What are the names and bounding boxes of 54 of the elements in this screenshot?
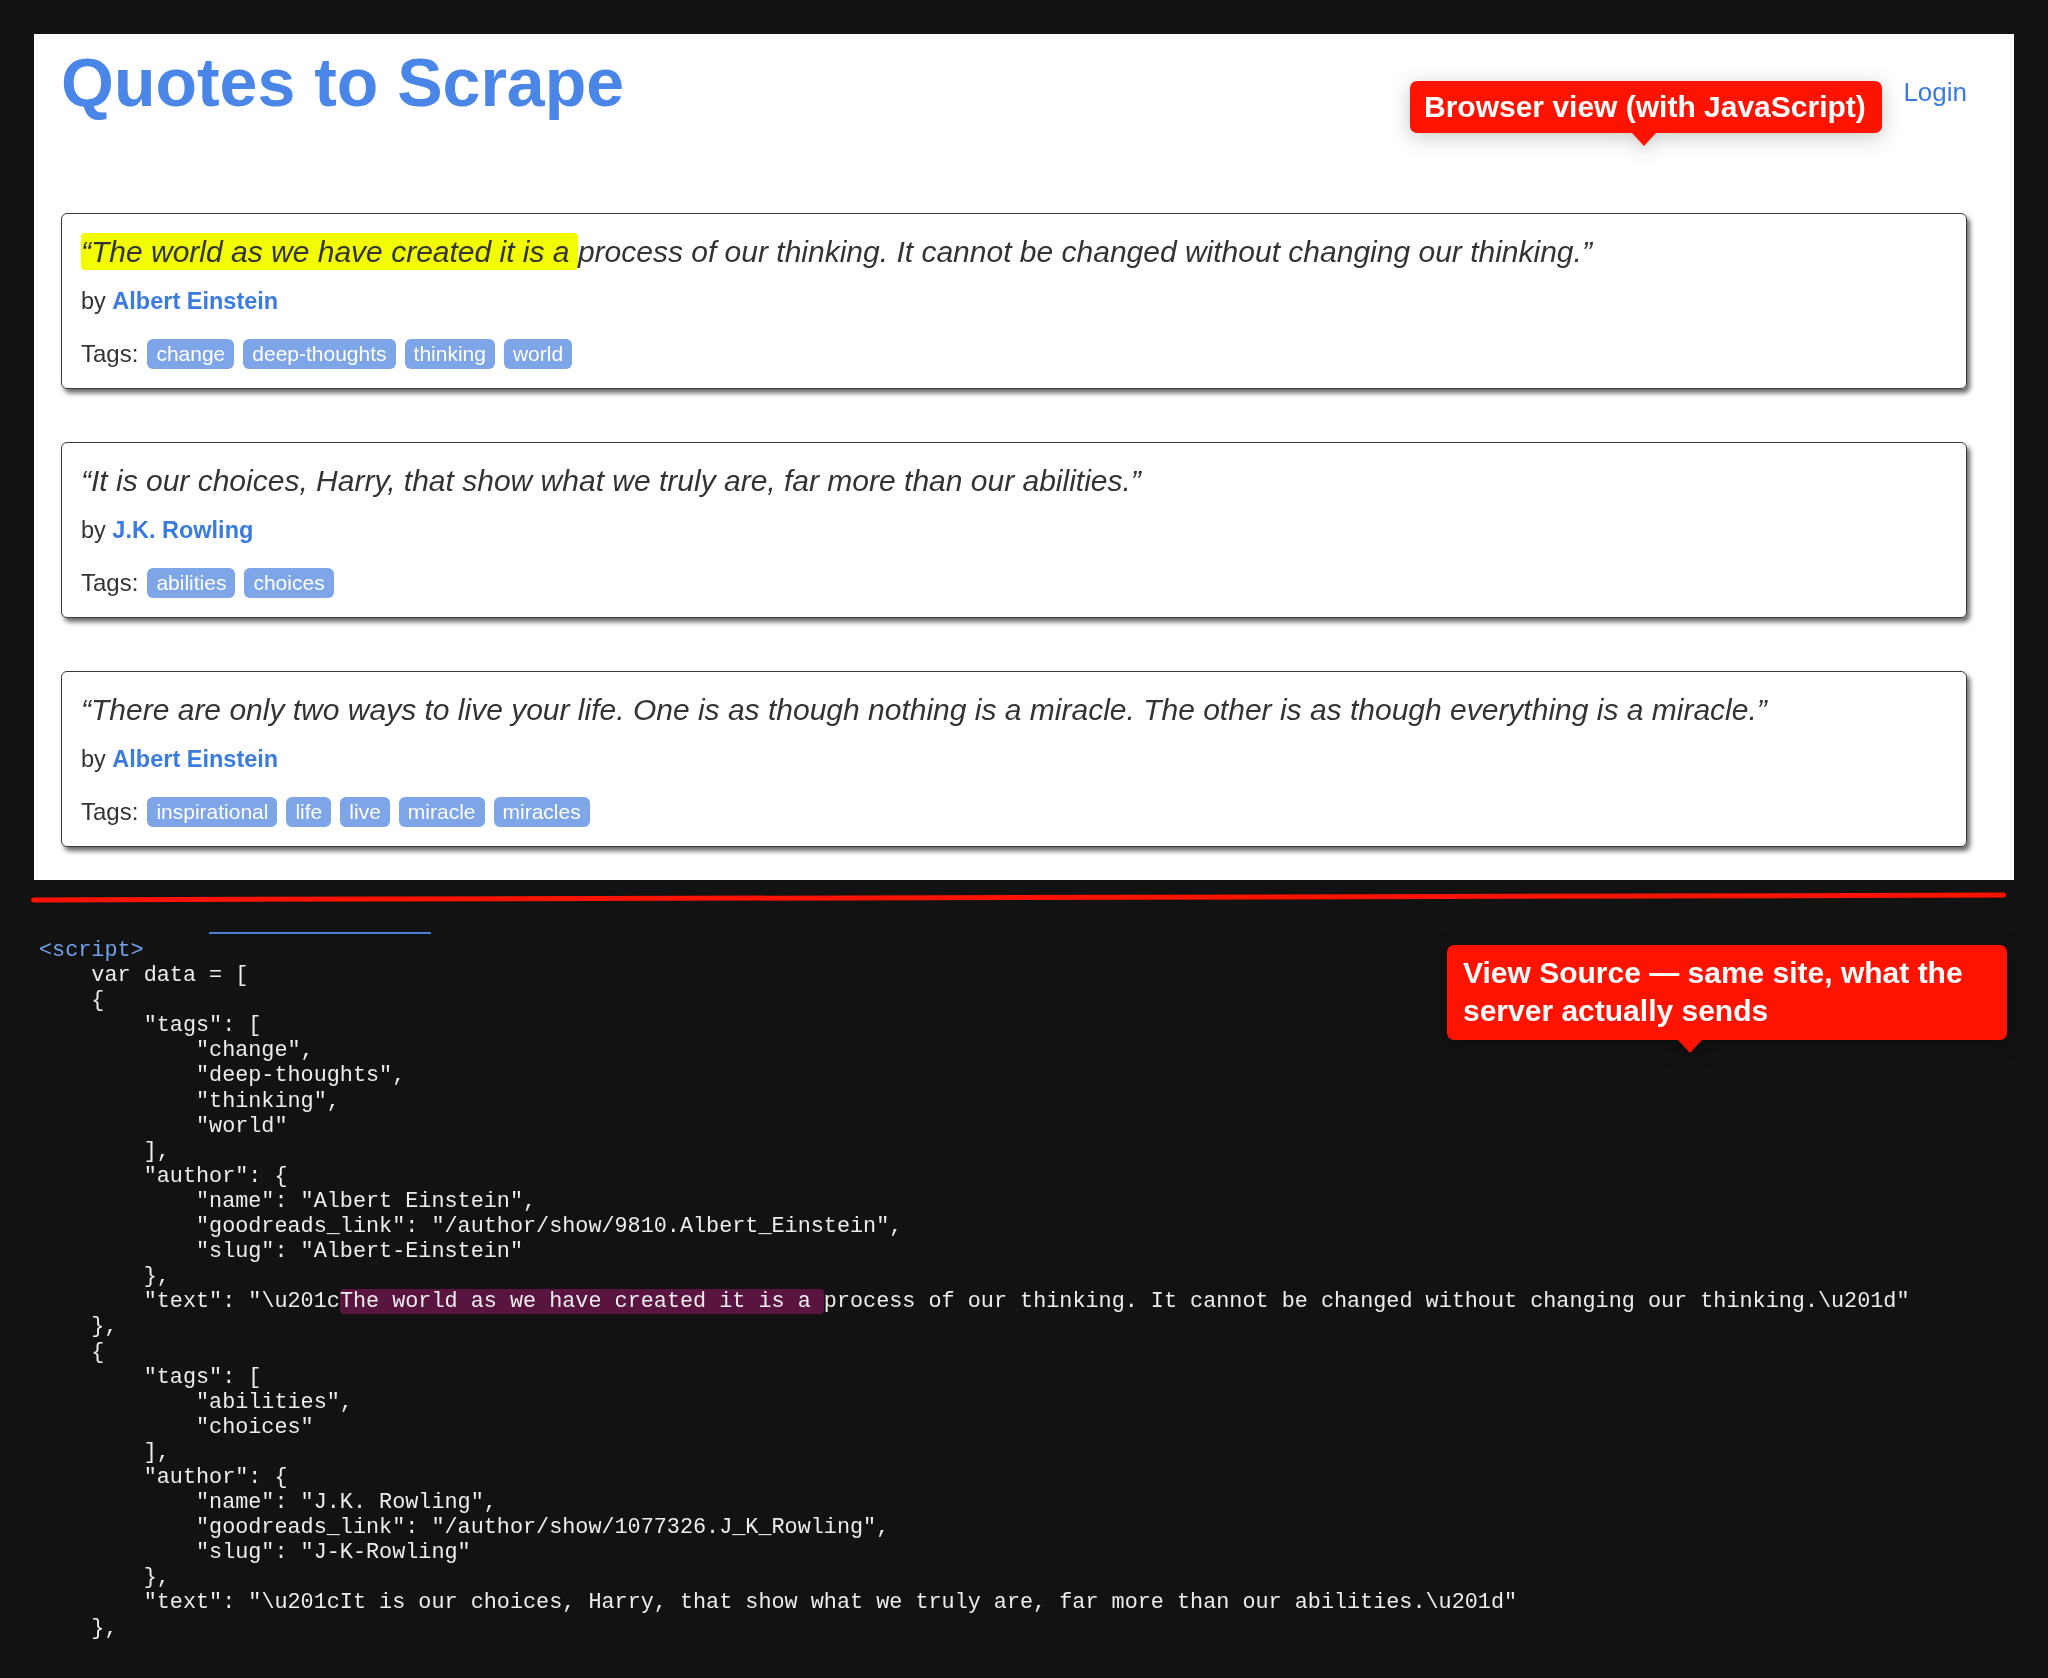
code-line: },	[91, 1615, 118, 1641]
code-line: ],	[143, 1138, 170, 1164]
code-line: },	[91, 1314, 118, 1340]
tags-label: Tags:	[81, 797, 139, 827]
by-label: by	[81, 517, 106, 543]
tag-link[interactable]: miracles	[493, 797, 590, 827]
code-line: {	[91, 1339, 105, 1365]
tag-link[interactable]: change	[147, 339, 235, 369]
quote-text: “It is our choices, Harry, that show what we truly are, far more than our abilities.”	[81, 463, 1143, 498]
annotation-callout: View Source — same site, what the server actually sends	[1447, 945, 2007, 1053]
tag-link[interactable]: choices	[244, 568, 334, 598]
code-line: "change",	[195, 1038, 314, 1064]
code-line: "world"	[195, 1113, 288, 1139]
code-line: "goodreads_link": "/author/show/1077326.J_K_Rowling",	[195, 1515, 890, 1541]
by-label: by	[81, 288, 106, 314]
tag-link[interactable]: live	[340, 797, 390, 827]
code-line: "deep-thoughts",	[195, 1063, 406, 1089]
author-link[interactable]: Albert Einstein	[112, 746, 279, 772]
code-line: {	[91, 988, 105, 1014]
tag-link[interactable]: deep-thoughts	[243, 339, 396, 369]
tag-link[interactable]: miracle	[398, 797, 485, 827]
code-line: ],	[143, 1439, 170, 1465]
tag-link[interactable]: inspirational	[147, 797, 278, 827]
code-line: "tags": [	[143, 1013, 262, 1039]
tag-link[interactable]: life	[286, 797, 332, 827]
tag-link[interactable]: world	[503, 339, 573, 369]
code-line: "text": "\u201cThe world as we have created it is a process of our thinking. It cannot be changed without changing our thinking.\u201d"	[143, 1289, 1910, 1315]
login-link[interactable]: Login	[1903, 77, 1967, 107]
code-line: },	[143, 1565, 170, 1591]
code-line: "text": "\u201cIt is our choices, Harry, that show what we truly are, far more than our abilities.\u201d"	[143, 1590, 1518, 1616]
author-link[interactable]: Albert Einstein	[112, 288, 279, 314]
code-line: "author": {	[143, 1163, 288, 1189]
code-line: },	[143, 1264, 170, 1290]
code-line: "choices"	[195, 1414, 314, 1440]
code-line: "slug": "J-K-Rowling"	[195, 1540, 471, 1566]
code-line: "abilities",	[195, 1389, 353, 1415]
code-line: "thinking",	[195, 1088, 340, 1114]
code-line: "goodreads_link": "/author/show/9810.Albert_Einstein",	[195, 1214, 903, 1240]
tag-link[interactable]: abilities	[147, 568, 236, 598]
code-line: "slug": "Albert-Einstein"	[195, 1239, 523, 1265]
code-line: "name": "J.K. Rowling",	[195, 1490, 497, 1516]
tag-link[interactable]: thinking	[404, 339, 495, 369]
by-label: by	[81, 746, 106, 772]
code-line: <script>	[39, 938, 144, 963]
author-link[interactable]: J.K. Rowling	[112, 517, 254, 543]
tags-label: Tags:	[81, 339, 139, 369]
code-line: "tags": [	[143, 1364, 262, 1390]
code-line: "author": {	[143, 1464, 288, 1490]
quote-text: “There are only two ways to live your life. One is as though nothing is a miracle. The other is as though everything is a miracle.”	[81, 692, 1769, 727]
annotation-callout: Browser view (with JavaScript)	[1410, 81, 1882, 146]
site-title: Quotes to Scrape	[61, 43, 625, 122]
tags-label: Tags:	[81, 568, 139, 598]
code-line: "name": "Albert Einstein",	[195, 1188, 537, 1214]
code-line: var data = [	[91, 963, 249, 989]
